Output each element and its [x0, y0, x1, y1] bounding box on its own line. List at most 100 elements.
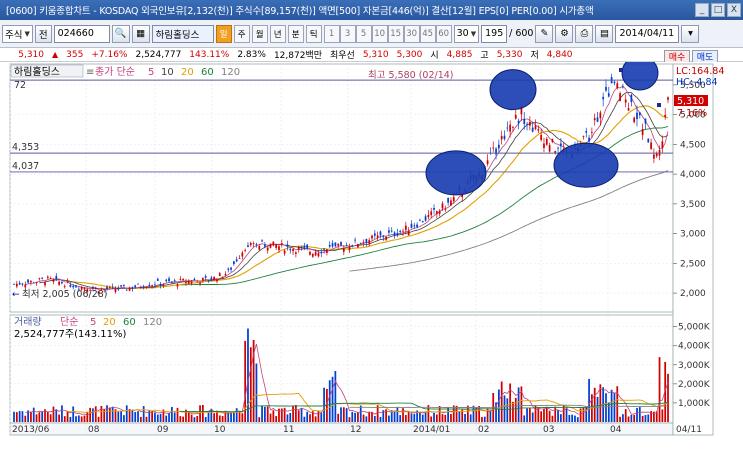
price-tick-label: 4,000	[680, 170, 706, 180]
interval-button-15[interactable]: 15	[387, 24, 404, 43]
print-icon[interactable]: ⎙	[575, 24, 594, 43]
candle-body	[269, 243, 272, 248]
prev-button[interactable]: 전	[34, 24, 52, 43]
interval-button-30[interactable]: 30	[403, 24, 420, 43]
display-count-input[interactable]: 195	[481, 24, 508, 43]
x-tick-label: 04/11	[676, 425, 702, 435]
stock-chart[interactable]: 5,5005,0004,5004,0003,5003,0002,5002,000…	[0, 62, 743, 457]
volume-bar	[80, 416, 83, 422]
volume-bar	[557, 409, 559, 422]
tools-icon[interactable]: ✎	[535, 24, 554, 43]
volume-bar	[272, 410, 275, 422]
period-minute-button[interactable]: 분	[287, 24, 304, 43]
candle-body	[450, 200, 452, 206]
volume-bar	[641, 415, 644, 422]
volume-bar	[407, 411, 410, 422]
volume-bar	[32, 407, 35, 422]
volume-bar	[261, 405, 263, 422]
volume-bar	[531, 412, 534, 422]
volume-bar	[165, 415, 168, 422]
volume-bar	[410, 413, 413, 422]
volume-bar	[568, 414, 571, 422]
candle-body	[506, 127, 509, 129]
candle-body	[58, 281, 60, 285]
candle-body	[320, 252, 323, 254]
price-tick-label: 2,500	[680, 259, 706, 269]
candle-body	[255, 244, 258, 246]
volume-bar	[137, 411, 139, 422]
grid-icon[interactable]: ▦	[131, 24, 150, 43]
legend-stock-name: 하림홀딩스	[14, 65, 60, 78]
volume-bar	[469, 414, 472, 422]
volume-ma-period-120: 120	[143, 317, 162, 328]
chevron-down-icon: ▼	[470, 29, 477, 38]
chart-area[interactable]: 5,500 5,000 4,500 4,000 3,500 3,000 2,500 2,000…	[0, 62, 743, 457]
period-day-button[interactable]: 일	[215, 24, 232, 43]
volume-bar	[120, 411, 122, 422]
volume-bar	[438, 406, 441, 422]
right-price-label: 5,310	[677, 96, 704, 107]
price-tick-label: 3,000	[680, 230, 706, 240]
volume-ma-period-20: 20	[103, 317, 116, 328]
candle-body	[667, 97, 669, 100]
search-icon[interactable]: 🔍	[111, 24, 130, 43]
candle-body	[193, 278, 196, 280]
candle-body	[120, 285, 122, 287]
candle-body	[303, 245, 306, 248]
period-week-button[interactable]: 주	[233, 24, 250, 43]
maximize-button[interactable]: □	[711, 3, 725, 17]
candle-body	[441, 203, 444, 209]
candle-body	[551, 139, 554, 143]
candle-body	[204, 276, 207, 278]
low-label: 저	[530, 51, 539, 61]
volume-bar	[658, 357, 661, 422]
period-tick-button[interactable]: 틱	[305, 24, 322, 43]
volume-bar	[69, 416, 72, 422]
count-select[interactable]: 30 ▼	[453, 24, 480, 43]
candle-body	[24, 284, 27, 288]
candle-body	[416, 224, 418, 228]
total-count-label: / 600	[509, 28, 534, 39]
stock-code-input[interactable]: 024660	[53, 24, 110, 43]
title-bar: [0600] 키움종합차트 - KOSDAQ 외국인보유[2,132(천)] 주…	[0, 0, 743, 20]
market-type-select[interactable]: 주식 ▼	[2, 24, 33, 43]
period-month-button[interactable]: 월	[251, 24, 268, 43]
volume-bar	[297, 410, 300, 422]
candle-body	[593, 118, 596, 121]
period-year-button[interactable]: 년	[269, 24, 286, 43]
volume-bar	[142, 406, 145, 422]
candle-body	[543, 143, 545, 149]
interval-button-60[interactable]: 60	[435, 24, 452, 43]
interval-button-10[interactable]: 10	[371, 24, 388, 43]
candle-body	[111, 286, 114, 288]
volume-bar	[419, 412, 421, 422]
interval-button-1[interactable]: 1	[323, 24, 340, 43]
volume-bar	[348, 417, 351, 422]
volume-bar	[92, 408, 94, 422]
volume-bar	[233, 412, 235, 422]
candle-body	[216, 279, 218, 282]
volume-bar	[340, 407, 342, 422]
interval-button-3[interactable]: 3	[339, 24, 356, 43]
calendar-icon[interactable]: ▤	[595, 24, 614, 43]
date-input[interactable]: 2014/04/11	[615, 24, 680, 43]
candle-body	[264, 244, 266, 247]
interval-button-45[interactable]: 45	[419, 24, 436, 43]
calendar-dropdown-icon[interactable]: ▾	[681, 24, 700, 43]
candle-body	[261, 240, 263, 242]
volume-ma-period-5: 5	[90, 317, 96, 328]
volume-bar	[35, 414, 38, 422]
volume-bar	[582, 407, 585, 422]
best-label: 최우선	[330, 51, 355, 61]
volume-bar	[247, 328, 249, 422]
volume-bar	[221, 415, 224, 422]
close-button[interactable]: X	[727, 3, 741, 17]
indicator-icon[interactable]: ⚙	[555, 24, 574, 43]
volume-bar	[264, 406, 266, 422]
interval-button-5[interactable]: 5	[355, 24, 372, 43]
current-price: 5,310	[18, 49, 44, 60]
volume-legend-label: 거래량	[14, 316, 42, 328]
volume-bar	[38, 412, 41, 422]
candle-body	[199, 282, 201, 284]
minimize-button[interactable]: _	[695, 3, 709, 17]
